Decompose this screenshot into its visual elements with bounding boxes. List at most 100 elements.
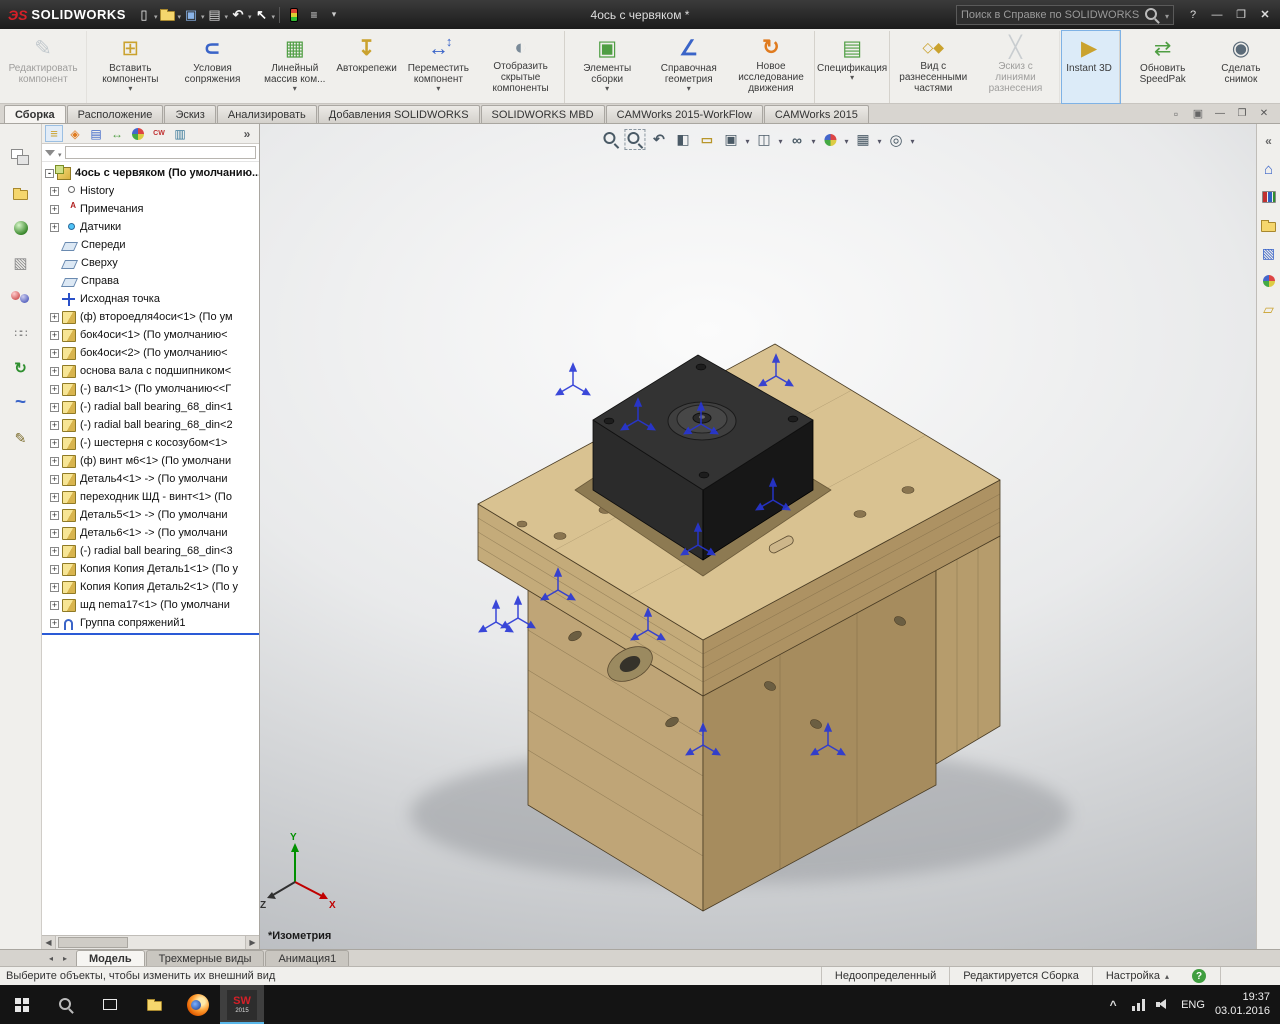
sketch-pencil-icon[interactable] bbox=[8, 426, 34, 450]
task-view-button[interactable] bbox=[88, 985, 132, 1024]
doc-close-button[interactable]: ✕ bbox=[1256, 107, 1272, 121]
search-input[interactable] bbox=[961, 8, 1139, 21]
file-explorer-icon[interactable] bbox=[1261, 219, 1276, 232]
ribbon-button[interactable]: Элементы сборки ▾ bbox=[567, 31, 648, 103]
hide-show-items-icon[interactable] bbox=[787, 130, 806, 149]
command-tab[interactable]: Расположение bbox=[66, 105, 164, 123]
ribbon-button[interactable]: Instant 3D bbox=[1060, 30, 1121, 104]
display-style-dropdown[interactable] bbox=[778, 133, 782, 147]
feature-manager-tab-icon[interactable] bbox=[45, 125, 63, 142]
tree-item[interactable]: + бок4оси<1> (По умолчанию< bbox=[42, 326, 259, 344]
solidworks-taskbar-button[interactable]: SW 2015 bbox=[220, 985, 264, 1024]
network-icon[interactable] bbox=[1132, 998, 1147, 1011]
task-pane-collapse-icon[interactable] bbox=[1260, 132, 1278, 150]
scroll-left-arrow[interactable]: ◀ bbox=[42, 936, 56, 949]
expand-toggle[interactable]: + bbox=[50, 510, 59, 520]
design-library-icon[interactable] bbox=[1261, 191, 1276, 203]
ribbon-button[interactable]: Спецификация ▾ bbox=[817, 31, 891, 103]
tree-item[interactable]: + Деталь4<1> -> (По умолчани bbox=[42, 470, 259, 488]
ribbon-button[interactable]: Эскиз с линиями разнесения bbox=[974, 31, 1060, 103]
doc-restore-button[interactable]: ❐ bbox=[1234, 107, 1250, 121]
refresh-icon[interactable] bbox=[8, 356, 34, 380]
doc-minimize-button[interactable]: — bbox=[1212, 107, 1228, 121]
folder-icon[interactable] bbox=[13, 187, 28, 200]
taskbar-search-button[interactable] bbox=[44, 985, 88, 1024]
edit-appearance-icon[interactable] bbox=[824, 133, 836, 146]
ribbon-button[interactable]: Переместить компонент ▾ bbox=[397, 31, 479, 103]
panes-icon[interactable] bbox=[8, 146, 34, 170]
configuration-manager-tab-icon[interactable] bbox=[87, 125, 105, 142]
expand-toggle[interactable]: + bbox=[50, 420, 59, 430]
ribbon-button[interactable]: Вставить компоненты ▾ bbox=[89, 31, 171, 103]
solidworks-resources-icon[interactable] bbox=[1260, 160, 1278, 178]
tray-expand-icon[interactable] bbox=[1104, 996, 1122, 1014]
ribbon-button[interactable]: Отобразить скрытые компоненты bbox=[479, 31, 565, 103]
display-style-icon[interactable] bbox=[754, 130, 773, 149]
expand-toggle[interactable]: + bbox=[50, 222, 59, 232]
tree-item[interactable]: + Датчики bbox=[42, 218, 259, 236]
ribbon-button[interactable]: Обновить SpeedPak bbox=[1122, 31, 1204, 103]
command-tab[interactable]: CAMWorks 2015-WorkFlow bbox=[605, 105, 763, 123]
appearances-scenes-icon[interactable] bbox=[1262, 275, 1275, 287]
view-settings-dropdown[interactable] bbox=[911, 133, 915, 147]
help-button[interactable]: ? bbox=[1182, 5, 1204, 25]
taskbar-clock[interactable]: 19:37 03.01.2016 bbox=[1215, 991, 1270, 1017]
tree-item[interactable]: Спереди bbox=[42, 236, 259, 254]
language-indicator[interactable]: ENG bbox=[1181, 999, 1205, 1011]
tree-item[interactable]: + (-) шестерня с косозубом<1> bbox=[42, 434, 259, 452]
maximize-button[interactable]: ❐ bbox=[1230, 5, 1252, 25]
tree-horizontal-scrollbar[interactable]: ◀ ▶ bbox=[42, 935, 259, 949]
rollback-bar[interactable] bbox=[42, 633, 259, 635]
expand-toggle[interactable]: + bbox=[50, 528, 59, 538]
tree-item[interactable]: + (ф) винт м6<1> (По умолчани bbox=[42, 452, 259, 470]
ribbon-button[interactable]: Справочная геометрия ▾ bbox=[648, 31, 730, 103]
display-manager-tab-icon[interactable] bbox=[132, 127, 144, 140]
measure-icon[interactable] bbox=[697, 130, 716, 149]
expand-toggle[interactable]: + bbox=[50, 438, 59, 448]
tree-item[interactable]: + Примечания bbox=[42, 200, 259, 218]
tree-item[interactable]: + (-) radial ball bearing_68_din<1 bbox=[42, 398, 259, 416]
toolbar-options-icon[interactable] bbox=[325, 6, 343, 24]
previous-view-icon[interactable] bbox=[649, 130, 668, 149]
dropdown-arrow[interactable]: ▾ bbox=[605, 85, 609, 94]
tree-item[interactable]: Исходная точка bbox=[42, 290, 259, 308]
cube-icon[interactable] bbox=[8, 251, 34, 275]
undo-icon[interactable] bbox=[229, 6, 247, 24]
new-document-icon[interactable] bbox=[135, 6, 153, 24]
search-icon[interactable] bbox=[1143, 6, 1161, 24]
expand-toggle[interactable]: + bbox=[50, 384, 59, 394]
zoom-area-icon[interactable] bbox=[624, 129, 646, 150]
dropdown-arrow[interactable]: ▾ bbox=[293, 85, 297, 94]
tabs-scroll-right-icon[interactable]: ▸ bbox=[58, 951, 72, 966]
tree-item[interactable]: + Деталь6<1> -> (По умолчани bbox=[42, 524, 259, 542]
filter-funnel-icon[interactable] bbox=[45, 150, 55, 156]
expand-toggle[interactable]: + bbox=[50, 330, 59, 340]
command-tab[interactable]: Эскиз bbox=[164, 105, 216, 123]
model-tab[interactable]: Модель bbox=[76, 950, 145, 966]
tree-item[interactable]: + бок4оси<2> (По умолчанию< bbox=[42, 344, 259, 362]
expand-toggle[interactable]: + bbox=[50, 492, 59, 502]
expand-toggle[interactable]: + bbox=[50, 312, 59, 322]
tree-item[interactable]: + (ф) второедля4оси<1> (По ум bbox=[42, 308, 259, 326]
new-window-icon[interactable] bbox=[1190, 107, 1206, 121]
tree-item[interactable]: + (-) radial ball bearing_68_din<2 bbox=[42, 416, 259, 434]
close-button[interactable]: ✕ bbox=[1254, 5, 1276, 25]
model-canvas[interactable]: Y X Z bbox=[260, 124, 1256, 949]
firefox-button[interactable] bbox=[176, 985, 220, 1024]
select-cursor-icon[interactable] bbox=[253, 6, 271, 24]
minimize-button[interactable]: — bbox=[1206, 5, 1228, 25]
scroll-right-arrow[interactable]: ▶ bbox=[245, 936, 259, 949]
rebuild-icon[interactable] bbox=[290, 7, 299, 22]
expand-toggle[interactable]: + bbox=[50, 456, 59, 466]
view-settings-icon[interactable] bbox=[887, 130, 906, 149]
expand-toggle[interactable]: + bbox=[50, 618, 59, 628]
tree-item[interactable]: + основа вала с подшипником< bbox=[42, 362, 259, 380]
tree-filter-input[interactable] bbox=[64, 146, 256, 159]
save-icon[interactable] bbox=[182, 6, 200, 24]
cascade-windows-icon[interactable] bbox=[1168, 107, 1184, 121]
tree-item[interactable]: + переходник ШД - винт<1> (По bbox=[42, 488, 259, 506]
camworks-features-tab-icon[interactable] bbox=[150, 125, 168, 142]
ribbon-button[interactable]: Редактировать компонент bbox=[2, 31, 88, 103]
tree-item[interactable]: + Деталь5<1> -> (По умолчани bbox=[42, 506, 259, 524]
expand-toggle[interactable]: - bbox=[45, 168, 54, 178]
